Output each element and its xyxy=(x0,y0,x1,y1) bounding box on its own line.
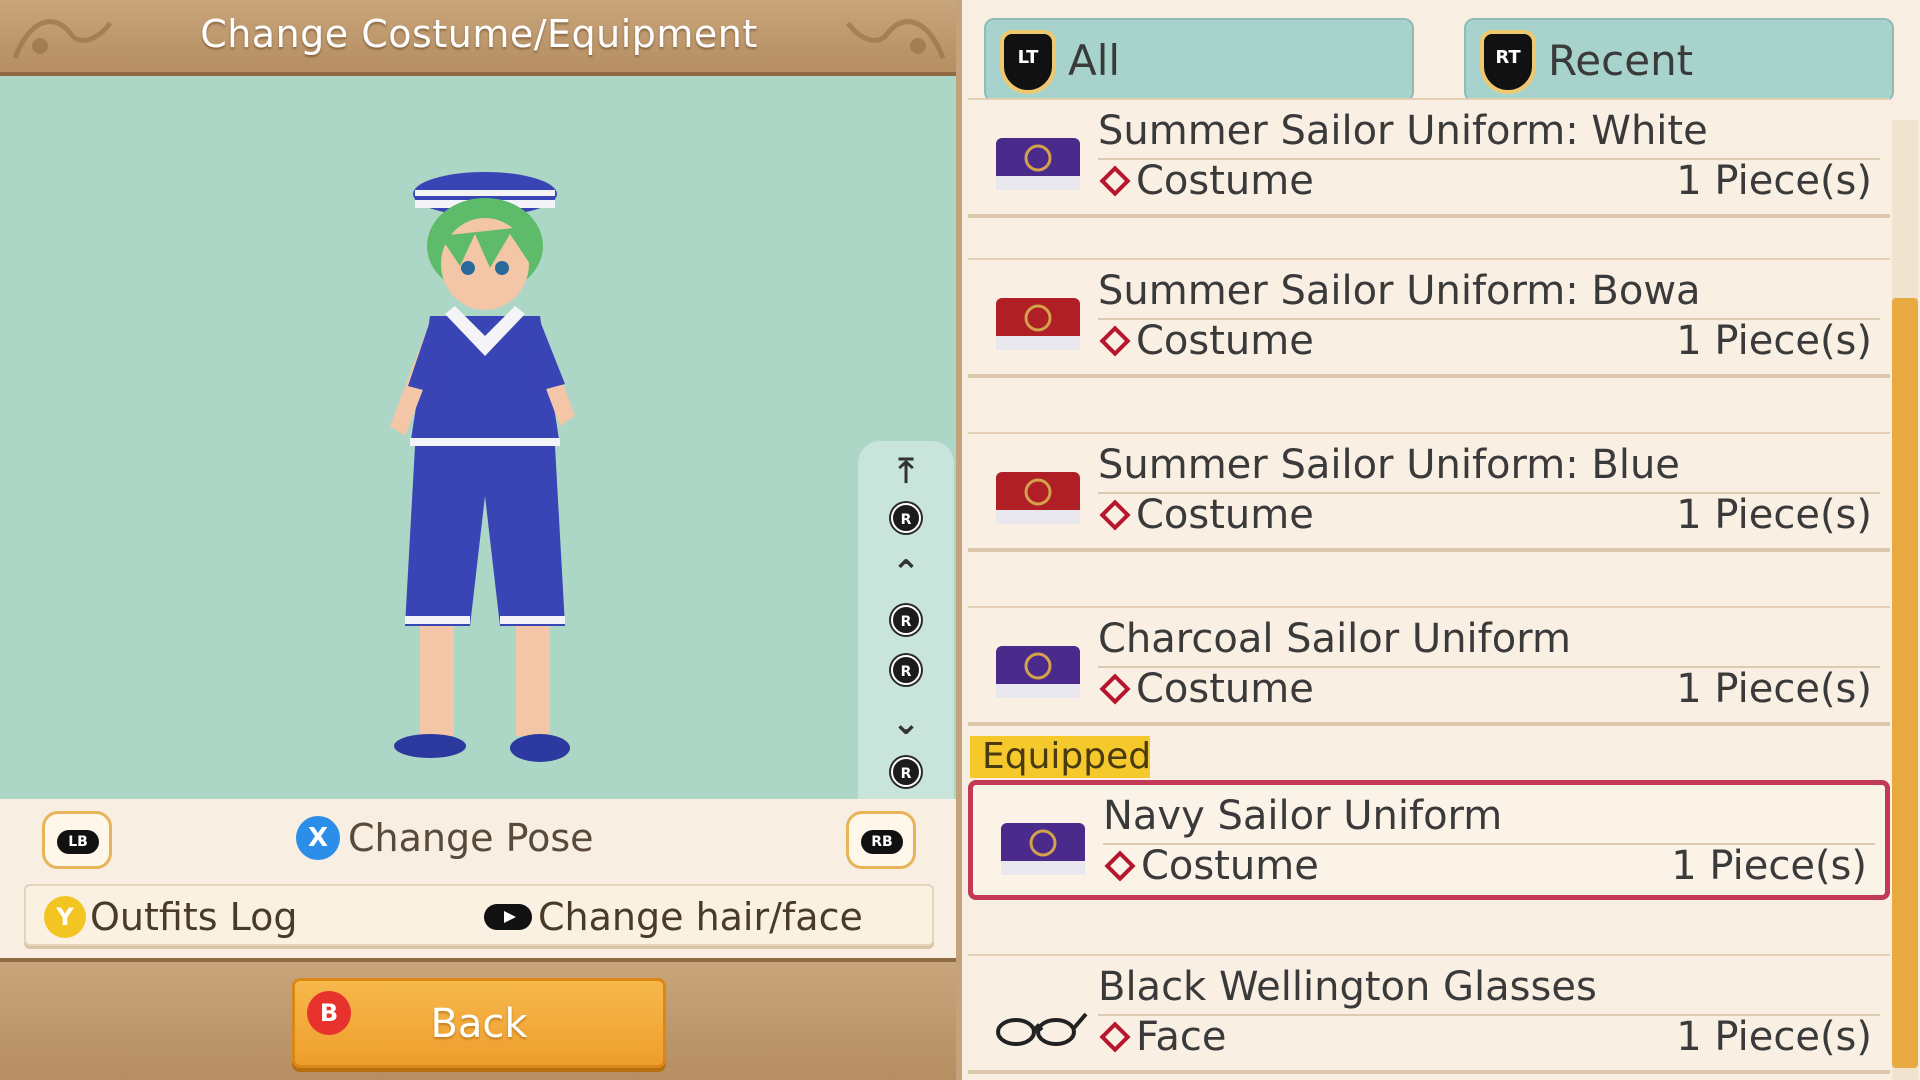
item-name: Summer Sailor Uniform: White xyxy=(1098,108,1708,154)
glasses-icon xyxy=(996,1012,1088,1046)
tab-recent[interactable]: RT Recent xyxy=(1464,18,1894,102)
zoom-in-icon[interactable]: ⌃ xyxy=(858,553,954,593)
change-pose-button[interactable]: X Change Pose xyxy=(296,813,594,863)
outfits-log-label: Outfits Log xyxy=(90,895,298,939)
character-model[interactable] xyxy=(360,156,610,776)
item-quantity: 1 Piece(s) xyxy=(1676,492,1872,538)
camera-down-icon[interactable]: R xyxy=(858,757,954,797)
lb-button[interactable]: LB xyxy=(42,811,112,869)
pose-row: LB X Change Pose RB xyxy=(0,799,958,881)
equipped-badge: Equipped xyxy=(970,736,1151,778)
item-quantity: 1 Piece(s) xyxy=(1676,1014,1872,1060)
list-item[interactable]: Summer Sailor Uniform: White Costume 1 P… xyxy=(968,98,1890,218)
ornament-icon xyxy=(845,19,946,59)
item-category: Costume xyxy=(1098,158,1314,204)
list-item[interactable]: Summer Sailor Uniform: Blue Costume 1 Pi… xyxy=(968,432,1890,552)
list-item-equipped[interactable]: Navy Sailor Uniform Costume 1 Piece(s) xyxy=(968,780,1890,900)
lt-trigger-icon: LT xyxy=(1000,30,1056,94)
bottom-bar: B Back xyxy=(0,958,958,1080)
diamond-icon xyxy=(1099,325,1131,357)
change-hair-face-label: Change hair/face xyxy=(538,895,863,939)
diamond-icon xyxy=(1099,1021,1131,1053)
character-preview[interactable]: ⤒ R ⌃ R R ⌄ R ⤓ xyxy=(0,76,958,871)
rotate-left-icon[interactable]: R xyxy=(858,605,954,645)
rotate-right-icon[interactable]: R xyxy=(858,655,954,695)
tab-label: All xyxy=(1068,36,1121,85)
title-bar: Change Costume/Equipment xyxy=(0,0,958,76)
item-name: Charcoal Sailor Uniform xyxy=(1098,616,1571,662)
back-button[interactable]: B Back xyxy=(292,978,666,1068)
rt-trigger-icon: RT xyxy=(1480,30,1536,94)
item-panel: LT All RT Recent Summer Sailor Uniform: … xyxy=(962,0,1920,1080)
purple-case-icon xyxy=(1001,823,1085,875)
list-item[interactable]: Summer Sailor Uniform: Bowa Costume 1 Pi… xyxy=(968,258,1890,378)
list-item[interactable]: Charcoal Sailor Uniform Costume 1 Piece(… xyxy=(968,606,1890,726)
stick-icon xyxy=(484,904,532,930)
item-name: Black Wellington Glasses xyxy=(1098,964,1597,1010)
camera-up-icon[interactable]: R xyxy=(858,503,954,543)
outfits-log-button[interactable]: Y Outfits Log xyxy=(44,892,297,942)
preview-panel: Change Costume/Equipment ⤒ R ⌃ R R ⌄ R L… xyxy=(0,0,958,1080)
item-name: Summer Sailor Uniform: Blue xyxy=(1098,442,1680,488)
item-category: Costume xyxy=(1098,492,1314,538)
item-name: Navy Sailor Uniform xyxy=(1103,793,1503,839)
change-pose-label: Change Pose xyxy=(348,816,594,860)
scrollbar-thumb[interactable] xyxy=(1892,298,1918,1068)
x-button-icon: X xyxy=(296,816,340,860)
page-title: Change Costume/Equipment xyxy=(200,12,758,56)
item-quantity: 1 Piece(s) xyxy=(1676,158,1872,204)
item-category: Face xyxy=(1098,1014,1226,1060)
back-label: Back xyxy=(430,1001,528,1047)
red-case-icon xyxy=(996,472,1080,524)
diamond-icon xyxy=(1099,165,1131,197)
item-name: Summer Sailor Uniform: Bowa xyxy=(1098,268,1701,314)
list-item[interactable]: Black Wellington Glasses Face 1 Piece(s) xyxy=(968,954,1890,1074)
diamond-icon xyxy=(1099,673,1131,705)
change-hair-face-button[interactable]: Change hair/face xyxy=(484,892,863,942)
purple-case-icon xyxy=(996,138,1080,190)
zoom-max-icon[interactable]: ⤒ xyxy=(858,451,954,491)
tab-label: Recent xyxy=(1548,36,1694,85)
red-case-icon xyxy=(996,298,1080,350)
diamond-icon xyxy=(1104,850,1136,882)
zoom-out-icon[interactable]: ⌄ xyxy=(858,703,954,743)
purple-case-icon xyxy=(996,646,1080,698)
diamond-icon xyxy=(1099,499,1131,531)
tab-all[interactable]: LT All xyxy=(984,18,1414,102)
item-quantity: 1 Piece(s) xyxy=(1676,318,1872,364)
item-category: Costume xyxy=(1098,666,1314,712)
y-button-icon: Y xyxy=(44,896,86,938)
item-list: Summer Sailor Uniform: White Costume 1 P… xyxy=(962,98,1890,1080)
rb-button[interactable]: RB xyxy=(846,811,916,869)
item-quantity: 1 Piece(s) xyxy=(1671,843,1867,889)
item-quantity: 1 Piece(s) xyxy=(1676,666,1872,712)
item-category: Costume xyxy=(1098,318,1314,364)
shortcut-bar: Y Outfits Log Change hair/face xyxy=(24,884,934,946)
item-category: Costume xyxy=(1103,843,1319,889)
